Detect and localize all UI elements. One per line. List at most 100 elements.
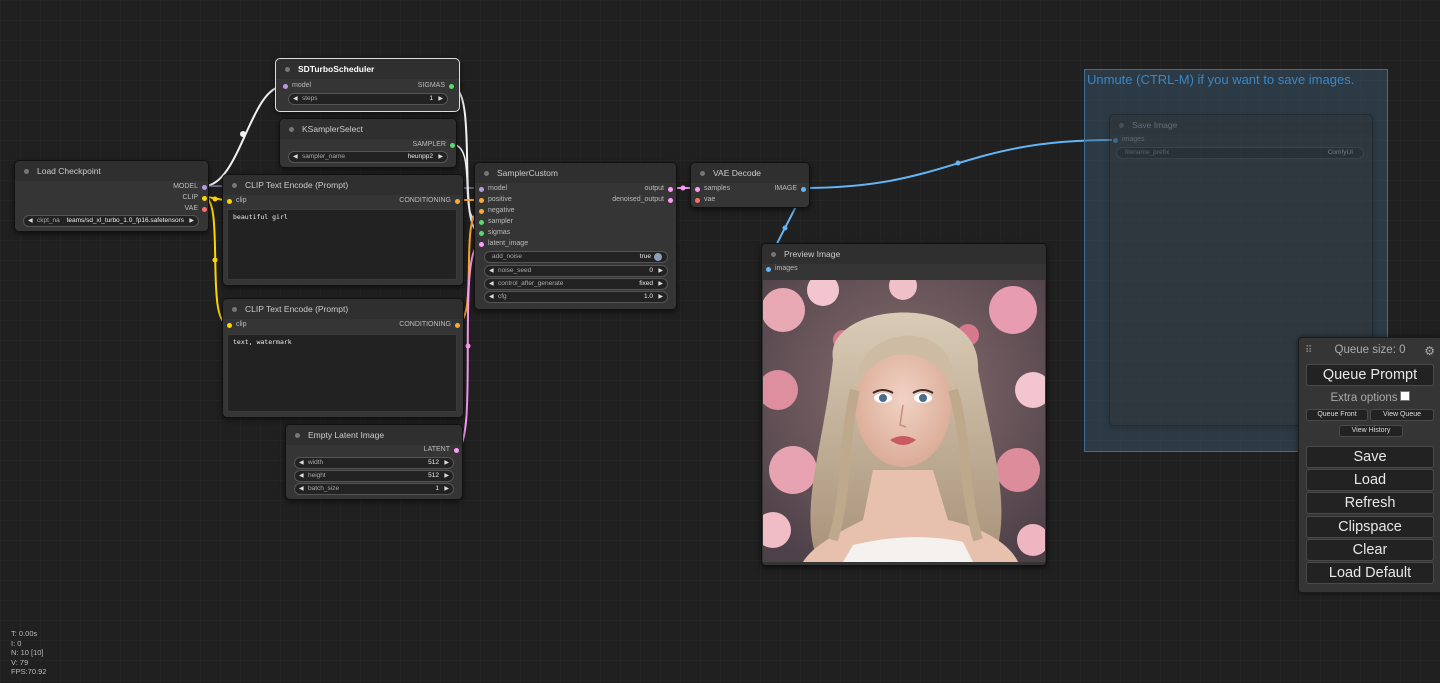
input-vae[interactable]: vae (695, 195, 715, 205)
group-title[interactable]: Unmute (CTRL-M) if you want to save imag… (1087, 72, 1354, 87)
node-title[interactable]: Save Image (1110, 115, 1372, 135)
collapse-dot-icon[interactable] (285, 67, 290, 72)
load-default-button[interactable]: Load Default (1306, 562, 1434, 584)
input-images[interactable]: images (1113, 135, 1145, 145)
arrow-left-icon[interactable]: ◀ (299, 458, 304, 468)
node-title[interactable]: SamplerCustom (475, 163, 676, 183)
output-image[interactable]: IMAGE (774, 184, 806, 194)
input-images[interactable]: images (766, 264, 798, 274)
preview-image-node[interactable]: Preview Image images (761, 243, 1047, 566)
arrow-left-icon[interactable]: ◀ (293, 152, 298, 162)
generated-image[interactable] (763, 280, 1045, 562)
view-queue-button[interactable]: View Queue (1370, 409, 1434, 421)
input-negative[interactable]: negative (479, 206, 514, 216)
empty-latent-image-node[interactable]: Empty Latent Image LATENT ◀ width 512 ▶ … (285, 424, 463, 500)
clip-text-encode-positive-node[interactable]: CLIP Text Encode (Prompt) clip CONDITION… (222, 174, 464, 286)
prompt-textarea[interactable]: beautiful girl (227, 209, 457, 280)
save-button[interactable]: Save (1306, 446, 1434, 468)
input-clip[interactable]: clip (227, 320, 247, 330)
queue-prompt-button[interactable]: Queue Prompt (1306, 364, 1434, 386)
queue-front-button[interactable]: Queue Front (1306, 409, 1368, 421)
input-positive[interactable]: positive (479, 195, 512, 205)
filename-prefix-input[interactable]: filename_prefix ComfyUI (1116, 147, 1364, 159)
arrow-right-icon[interactable]: ▶ (189, 216, 194, 226)
ksampler-select-node[interactable]: KSamplerSelect SAMPLER ◀ sampler_name he… (279, 118, 457, 168)
output-output[interactable]: output (645, 184, 673, 194)
extra-options-row[interactable]: Extra options (1299, 391, 1440, 404)
sampler-custom-node[interactable]: SamplerCustom model positive negative sa… (474, 162, 677, 310)
toggle-knob[interactable] (654, 253, 662, 261)
collapse-dot-icon[interactable] (232, 307, 237, 312)
node-title[interactable]: Empty Latent Image (286, 425, 462, 445)
output-latent[interactable]: LATENT (424, 445, 459, 455)
clipspace-button[interactable]: Clipspace (1306, 516, 1434, 538)
comfy-menu[interactable]: ⠿ Queue size: 0 ⚙ Queue Prompt Extra opt… (1298, 337, 1440, 593)
prompt-textarea[interactable]: text, watermark (227, 334, 457, 412)
sampler-name-combo[interactable]: ◀ sampler_name heunpp2 ▶ (288, 151, 448, 163)
output-sigmas[interactable]: SIGMAS (418, 81, 454, 91)
collapse-dot-icon[interactable] (771, 252, 776, 257)
output-vae[interactable]: VAE (185, 204, 207, 214)
node-title[interactable]: KSamplerSelect (280, 119, 456, 139)
collapse-dot-icon[interactable] (24, 169, 29, 174)
collapse-dot-icon[interactable] (289, 127, 294, 132)
input-sampler[interactable]: sampler (479, 217, 513, 227)
control-after-generate-combo[interactable]: ◀ control_after_generate fixed ▶ (484, 278, 668, 290)
extra-options-checkbox[interactable] (1399, 391, 1410, 401)
node-title[interactable]: Preview Image (762, 244, 1046, 264)
node-title[interactable]: VAE Decode (691, 163, 809, 183)
gear-icon[interactable]: ⚙ (1424, 344, 1435, 358)
input-model[interactable]: model (479, 184, 507, 194)
arrow-right-icon[interactable]: ▶ (658, 292, 663, 302)
output-sampler[interactable]: SAMPLER (413, 140, 455, 150)
output-clip[interactable]: CLIP (182, 193, 207, 203)
height-widget[interactable]: ◀ height 512 ▶ (294, 470, 454, 482)
output-conditioning[interactable]: CONDITIONING (399, 320, 460, 330)
node-title[interactable]: CLIP Text Encode (Prompt) (223, 175, 463, 195)
add-noise-toggle[interactable]: add_noise true (484, 251, 668, 263)
node-title[interactable]: Load Checkpoint (15, 161, 208, 181)
arrow-left-icon[interactable]: ◀ (489, 292, 494, 302)
vae-decode-node[interactable]: VAE Decode samples vae IMAGE (690, 162, 810, 208)
arrow-left-icon[interactable]: ◀ (293, 94, 298, 104)
arrow-right-icon[interactable]: ▶ (444, 471, 449, 481)
arrow-right-icon[interactable]: ▶ (444, 458, 449, 468)
sd-turbo-scheduler-node[interactable]: SDTurboScheduler model SIGMAS ◀ steps 1 … (275, 58, 460, 112)
load-checkpoint-node[interactable]: Load Checkpoint MODEL CLIP VAE ◀ ckpt_na… (14, 160, 209, 232)
arrow-right-icon[interactable]: ▶ (444, 484, 449, 494)
arrow-left-icon[interactable]: ◀ (299, 471, 304, 481)
collapse-dot-icon[interactable] (295, 433, 300, 438)
arrow-right-icon[interactable]: ▶ (658, 266, 663, 276)
steps-number-widget[interactable]: ◀ steps 1 ▶ (288, 93, 448, 105)
output-model[interactable]: MODEL (173, 182, 207, 192)
collapse-dot-icon[interactable] (700, 171, 705, 176)
arrow-left-icon[interactable]: ◀ (489, 279, 494, 289)
output-denoised-output[interactable]: denoised_output (612, 195, 673, 205)
batch-size-widget[interactable]: ◀ batch_size 1 ▶ (294, 483, 454, 495)
input-model[interactable]: model (283, 81, 311, 91)
cfg-widget[interactable]: ◀ cfg 1.0 ▶ (484, 291, 668, 303)
arrow-right-icon[interactable]: ▶ (438, 152, 443, 162)
ckpt-name-combo[interactable]: ◀ ckpt_na teams/sd_xl_turbo_1.0_fp16.saf… (23, 215, 199, 227)
refresh-button[interactable]: Refresh (1306, 492, 1434, 514)
collapse-dot-icon[interactable] (1119, 123, 1124, 128)
input-sigmas[interactable]: sigmas (479, 228, 510, 238)
input-latent-image[interactable]: latent_image (479, 239, 528, 249)
node-title[interactable]: SDTurboScheduler (276, 59, 459, 79)
clip-text-encode-negative-node[interactable]: CLIP Text Encode (Prompt) clip CONDITION… (222, 298, 464, 418)
node-title[interactable]: CLIP Text Encode (Prompt) (223, 299, 463, 319)
collapse-dot-icon[interactable] (484, 171, 489, 176)
arrow-right-icon[interactable]: ▶ (438, 94, 443, 104)
arrow-right-icon[interactable]: ▶ (658, 279, 663, 289)
load-button[interactable]: Load (1306, 469, 1434, 491)
noise-seed-widget[interactable]: ◀ noise_seed 0 ▶ (484, 265, 668, 277)
width-widget[interactable]: ◀ width 512 ▶ (294, 457, 454, 469)
input-clip[interactable]: clip (227, 196, 247, 206)
view-history-button[interactable]: View History (1339, 425, 1403, 437)
collapse-dot-icon[interactable] (232, 183, 237, 188)
output-conditioning[interactable]: CONDITIONING (399, 196, 460, 206)
clear-button[interactable]: Clear (1306, 539, 1434, 561)
arrow-left-icon[interactable]: ◀ (489, 266, 494, 276)
arrow-left-icon[interactable]: ◀ (299, 484, 304, 494)
input-samples[interactable]: samples (695, 184, 730, 194)
